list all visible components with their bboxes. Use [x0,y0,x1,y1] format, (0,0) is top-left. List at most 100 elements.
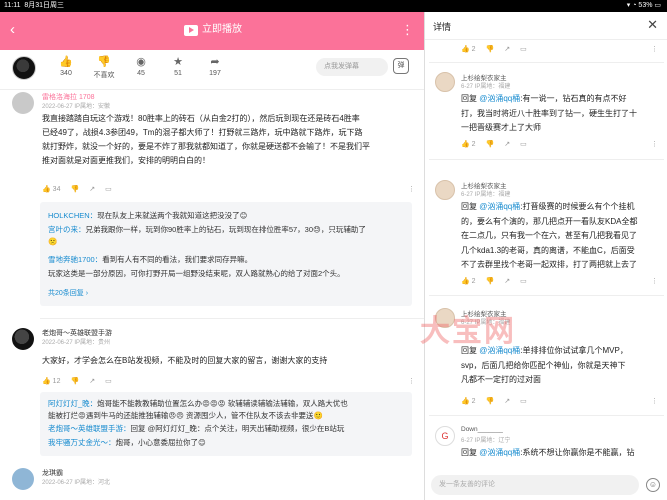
reply-line: 几个kda1.3的老哥，真的离谱，不能血C，后面受 [461,245,635,255]
reply-icon[interactable]: ▭ [520,45,527,53]
like-button[interactable]: 👍 2 [461,140,476,148]
reply-prefix: 回复 [461,94,480,103]
reply-more-icon[interactable]: ⋮ [651,277,658,285]
reply-ops: 👍 2 👎 ↗ ▭ [461,45,527,53]
favorite-button[interactable]: ★ 51 [158,54,198,77]
reply-meta: 6-27 IP属地：福建 [461,84,511,90]
share-icon[interactable]: ↗ [504,397,510,405]
like-count: 2 [471,141,476,148]
reply-username[interactable]: 老炮哥～英雄联盟手游： [48,424,131,433]
dislike-icon[interactable]: 👎 [70,185,79,193]
reply-line: 老炮哥～英雄联盟手游：回复 @阿灯灯灯_晚：点个关注，明天出辅助视频，很少在B站… [48,423,344,434]
more-replies-link[interactable]: 共20条回复 › [48,288,88,298]
favorite-count: 51 [174,70,182,77]
avatar[interactable] [12,468,34,490]
share-icon[interactable]: ↗ [504,45,510,53]
avatar[interactable] [435,180,455,200]
uploader-avatar[interactable] [12,56,36,80]
reply-line: 回复 @汹涌qq桶:打晋级赛的时候要么有个个挂机 [461,200,665,215]
danmu-input[interactable]: 点我发弹幕 [316,58,388,76]
reply-line: 雪地奔驰1700：看到有人有不同的看法，我们要求同存异嘛。 [48,254,252,265]
reply-more-icon[interactable]: ⋮ [651,397,658,405]
reply-line: 回复 @汹涌qq桶:系统不想让你赢你是不能赢，钻 [461,446,665,461]
reply-username[interactable]: 雪地奔驰1700： [48,255,102,264]
reply-username[interactable]: 宫叶の来： [48,225,86,234]
reply-line: 我牢骚万丈金光～：炮哥，小心意委屈拉你了😊 [48,437,206,448]
mention-link[interactable]: @汹涌qq桶 [479,94,520,103]
coin-count: 45 [137,70,145,77]
reply-line-text: :系统不想让你赢你是不能赢，钻 [520,448,635,457]
mention-link[interactable]: @汹涌qq桶 [479,202,520,211]
star-icon: ★ [173,56,183,68]
reply-ops: 👍 2 👎 ↗ ▭ [461,140,527,148]
status-time-date: 11:11 8月31日周三 [4,0,64,12]
emoji-icon[interactable]: ☺ [646,478,660,492]
avatar[interactable] [435,72,455,92]
avatar[interactable] [12,328,34,350]
like-button[interactable]: 👍 2 [461,45,476,53]
like-count: 2 [471,278,476,285]
reply-meta: 6-27 IP属地：辽宁 [461,438,511,444]
dislike-icon[interactable]: 👎 [486,277,495,285]
reply-icon[interactable]: ▭ [520,140,527,148]
coin-icon: ◉ [136,56,146,68]
like-button[interactable]: 👍 2 [461,397,476,405]
comment-ops: 👍 34 👎 ↗ ▭ [42,185,112,193]
like-button[interactable]: 👍 340 [46,54,86,77]
dislike-icon[interactable]: 👎 [70,377,79,385]
back-icon[interactable]: ‹ [10,22,15,38]
dislike-button[interactable]: 👎 不喜欢 [84,54,124,80]
share-icon[interactable]: ↗ [89,377,95,385]
reply-icon[interactable]: ▭ [520,277,527,285]
close-icon[interactable]: ✕ [647,17,658,33]
reply-more-icon[interactable]: ⋮ [651,45,658,53]
action-bar: 👍 340 👎 不喜欢 ◉ 45 ★ 51 ➦ 197 点我发弹幕 弹 [0,50,424,90]
mention-link[interactable]: @汹涌qq桶 [479,448,520,457]
comment-text: 大家好，才学会怎么在B站发视频，不能及时的回复大家的留言，谢谢大家的支持 [42,356,328,365]
dislike-label: 不喜欢 [93,72,115,79]
reply-username[interactable]: 阿灯灯灯_晚： [48,399,97,408]
reply-text: 兄弟我跟你一样，玩到你90胜率上的钻石，玩到现在排位胜率57，30😓，只玩辅助了 [85,225,366,234]
comment-more-icon[interactable]: ⋮ [408,377,415,385]
like-button[interactable]: 👍 34 [42,185,60,193]
divider [429,415,664,416]
like-button[interactable]: 👍 2 [461,277,476,285]
reply-icon[interactable]: ▭ [520,397,527,405]
dislike-icon[interactable]: 👎 [486,397,495,405]
dislike-icon[interactable]: 👎 [486,45,495,53]
watermark: 大宝网 [420,314,516,349]
play-now-button[interactable]: 立即播放 [184,23,242,37]
share-icon[interactable]: ↗ [504,277,510,285]
comment-text: 我直接踏踏自玩这个游戏！80胜率上的砖石（从白金2打的），然后玩到现在还是砖石4… [42,112,420,168]
avatar[interactable] [12,92,34,114]
comment-meta: 2022-06-27 IP属地：贵州 [42,340,111,346]
reply-text: 回复 @汹涌qq桶:打晋级赛的时候要么有个个挂机 的，要么有个演的，那几把点开一… [461,200,665,273]
share-button[interactable]: ➦ 197 [195,54,235,77]
comment-more-icon[interactable]: ⋮ [408,185,415,193]
avatar[interactable]: G [435,426,455,446]
dislike-icon[interactable]: 👎 [486,140,495,148]
reply-box: HOLKCHEN：现在队友上来就送两个我就知道这把没没了😊 宫叶の来：兄弟我跟你… [40,202,412,306]
reply-line: svp，后面几把给你匹配个神仙，你就是天神下 [461,360,626,370]
reply-username[interactable]: HOLKCHEN： [48,211,97,220]
reply-icon[interactable]: ▭ [105,377,112,385]
share-icon[interactable]: ↗ [504,140,510,148]
reply-username[interactable]: Down_______ [461,426,503,433]
comment-meta: 2022-06-27 IP属地：河北 [42,480,111,486]
divider [40,318,424,319]
more-icon[interactable]: ⋮ [401,22,414,38]
reply-input[interactable]: 发一条友善的评论 [431,475,639,495]
reply-icon[interactable]: ▭ [105,185,112,193]
comment-line: 推对面就是对面更推我们，安排的明明白白的！ [42,156,210,165]
share-icon[interactable]: ↗ [89,185,95,193]
reply-line-text: :单排排位你试试拿几个MVP， [520,346,628,355]
reply-line: 不了去群里找个老哥一起双排，打了两把就上去了 [461,260,637,269]
reply-text: 炮哥能不能教教辅助位置怎么办😡😡😡 软辅辅读辅输法辅输，双人路大优也 [97,399,348,408]
coin-button[interactable]: ◉ 45 [121,54,161,77]
like-button[interactable]: 👍 12 [42,377,60,385]
like-count: 2 [471,398,476,405]
reply-username[interactable]: 我牢骚万丈金光～： [48,438,116,447]
danmu-toggle-icon[interactable]: 弹 [393,58,409,74]
comment-line: 就打野炸，就没一个好的，要是不炸了那我就都知道了，你就是硬送都不会输了！不是我们… [42,142,370,151]
reply-more-icon[interactable]: ⋮ [651,140,658,148]
